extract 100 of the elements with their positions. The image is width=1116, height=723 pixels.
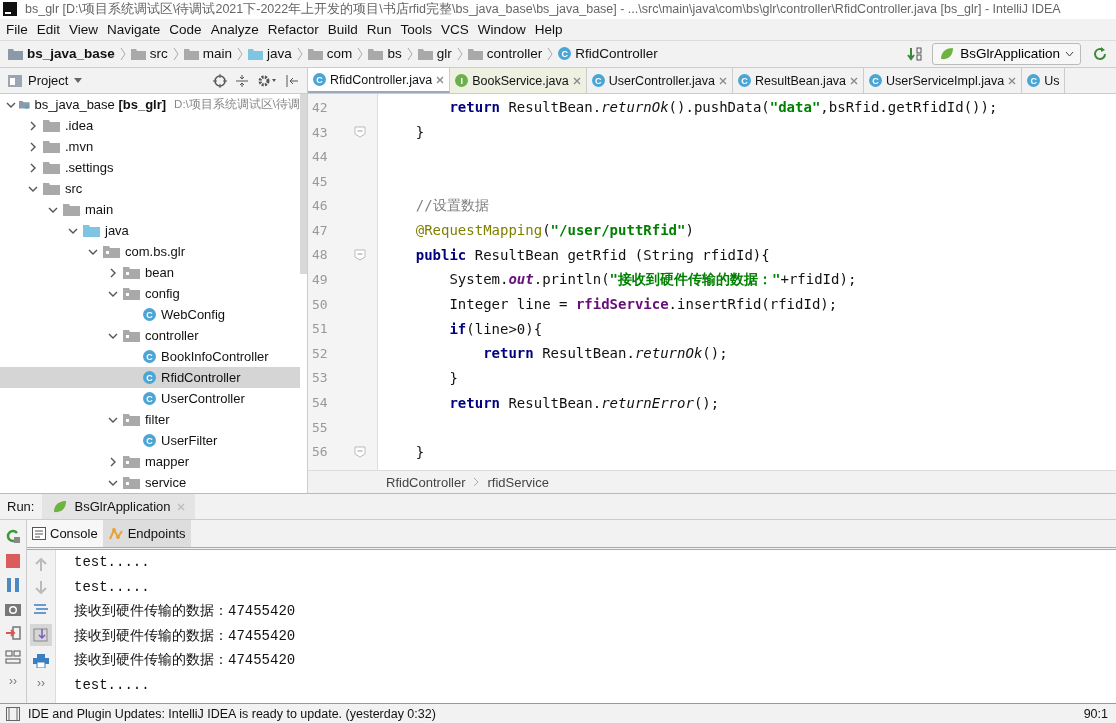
chevron-icon[interactable] — [28, 120, 38, 131]
tree-item[interactable]: C UserController — [0, 388, 300, 410]
console-line: 接收到硬件传输的数据：47455420 — [74, 602, 296, 622]
window-title: bs_glr [D:\项目系统调试区\待调试2021下-2022年上开发的项目\书店rfid完整\bs_java_base\bs_java_base] - ...\src\main\java\com\bs\glr\controller\RfidController.java [bs_glr] - IntelliJ IDEA — [25, 0, 1061, 18]
tree-item[interactable]: C BookInfoController — [0, 346, 300, 368]
fold-marker-icon[interactable] — [354, 445, 366, 458]
tree-item[interactable]: service — [0, 472, 300, 494]
menu-item[interactable]: Code — [169, 20, 202, 38]
cursor-position[interactable]: 90:1 — [1083, 706, 1108, 721]
tree-item[interactable]: C UserFilter — [0, 430, 300, 452]
layout-icon[interactable] — [5, 650, 21, 665]
tree-label: BookInfoController — [161, 349, 269, 365]
tree-item[interactable]: filter — [0, 409, 300, 431]
run-config-dropdown[interactable]: BsGlrApplication — [932, 42, 1081, 65]
folder-icon — [8, 47, 23, 60]
tree-item[interactable]: bean — [0, 262, 300, 284]
close-icon[interactable] — [572, 76, 581, 85]
tree-item[interactable]: bs_java_base [bs_glr] D:\项目系统调试区\待调 — [0, 94, 300, 116]
line-number: 42 — [311, 99, 329, 115]
tree-item[interactable]: src — [0, 178, 300, 200]
editor-tab[interactable]: I BookService.java — [450, 68, 587, 94]
chevron-icon — [237, 46, 244, 61]
print-icon[interactable] — [33, 654, 49, 669]
collapse-icon[interactable] — [235, 73, 249, 88]
editor-tab[interactable]: C Us — [1022, 68, 1066, 94]
pause-icon[interactable] — [6, 578, 20, 593]
breadcrumb-item[interactable]: com — [307, 46, 353, 62]
menu-item[interactable]: File — [6, 20, 28, 38]
breadcrumb-item[interactable]: controller — [467, 46, 543, 62]
editor-tab[interactable]: C UserController.java — [586, 68, 733, 94]
menu-item[interactable]: Build — [327, 20, 358, 38]
tree-item[interactable]: .mvn — [0, 136, 300, 158]
project-view-dropdown[interactable]: Project — [8, 73, 83, 89]
run-tab[interactable]: Console — [27, 520, 103, 548]
locate-icon[interactable] — [213, 73, 227, 88]
more-toggle[interactable]: ›› — [37, 676, 45, 691]
breadcrumb-item[interactable]: src — [130, 46, 168, 62]
close-icon[interactable] — [436, 75, 445, 84]
menu-item[interactable]: VCS — [441, 20, 469, 38]
breadcrumb-item[interactable]: java — [248, 46, 292, 62]
tree-item[interactable]: .settings — [0, 157, 300, 179]
breadcrumb-item[interactable]: main — [183, 46, 233, 62]
chevron-icon — [473, 477, 480, 488]
tree-item[interactable]: mapper — [0, 451, 300, 473]
menu-item[interactable]: Navigate — [107, 20, 161, 38]
chevron-icon[interactable] — [108, 456, 118, 467]
more-toggle[interactable]: ›› — [9, 674, 17, 689]
stop-icon[interactable] — [6, 554, 20, 569]
tree-item[interactable]: java — [0, 220, 300, 242]
menu-item[interactable]: Window — [477, 20, 526, 38]
menu-item[interactable]: Help — [534, 20, 563, 38]
menu-item[interactable]: Tools — [400, 20, 432, 38]
run-config-tab[interactable]: BsGlrApplication — [42, 494, 195, 520]
scrollbar-thumb[interactable] — [300, 94, 307, 275]
close-icon[interactable] — [1008, 76, 1017, 85]
tree-item[interactable]: C RfidController — [0, 367, 300, 389]
breadcrumb-item[interactable]: glr — [417, 46, 452, 62]
settings-icon[interactable] — [257, 73, 277, 88]
chevron-icon[interactable] — [28, 162, 38, 173]
tree-item[interactable]: C WebConfig — [0, 304, 300, 326]
folder-icon — [467, 47, 483, 60]
sort-icon[interactable] — [907, 45, 924, 62]
chevron-icon[interactable] — [28, 141, 38, 152]
tree-label: mapper — [145, 454, 190, 470]
wrap-icon[interactable] — [33, 602, 49, 617]
breadcrumb-item[interactable]: rfidService — [487, 474, 549, 490]
breadcrumb-item[interactable]: C RfidController — [558, 46, 658, 62]
tree-item[interactable]: .idea — [0, 115, 300, 137]
refresh-icon[interactable] — [1092, 45, 1108, 62]
editor-tab[interactable]: C ResultBean.java — [733, 68, 865, 94]
rerun-icon[interactable] — [5, 528, 21, 545]
menu-item[interactable]: Edit — [36, 20, 61, 38]
chevron-icon[interactable] — [108, 267, 118, 278]
tree-item[interactable]: com.bs.glr — [0, 241, 300, 263]
scroll-to-end-icon[interactable] — [30, 624, 52, 647]
code-line: @RequestMapping("/user/puttRfid") — [414, 222, 694, 239]
menu-item[interactable]: Refactor — [267, 20, 319, 38]
editor-tab[interactable]: C UserServiceImpl.java — [864, 68, 1023, 94]
close-icon[interactable] — [850, 76, 859, 85]
menu-item[interactable]: Run — [366, 20, 392, 38]
chevron-icon — [296, 46, 303, 61]
camera-icon[interactable] — [5, 602, 21, 617]
close-icon[interactable] — [719, 76, 727, 85]
editor-tab[interactable]: C RfidController.java — [308, 68, 451, 94]
menu-item[interactable]: Analyze — [210, 20, 259, 38]
tree-item[interactable]: controller — [0, 325, 300, 347]
hide-panel-icon[interactable] — [285, 73, 299, 88]
breadcrumb-item[interactable]: RfidController — [386, 474, 466, 490]
run-tab[interactable]: Endpoints — [102, 520, 191, 548]
menu-item[interactable]: View — [69, 20, 99, 38]
layout-icon[interactable] — [6, 706, 20, 721]
tree-item[interactable]: config — [0, 283, 300, 305]
fold-marker-icon[interactable] — [354, 126, 366, 138]
breadcrumb-item[interactable]: bs — [368, 46, 402, 62]
exit-icon[interactable] — [5, 626, 21, 641]
tree-item[interactable]: main — [0, 199, 300, 221]
breadcrumb-item[interactable]: bs_java_base — [8, 46, 115, 62]
fold-marker-icon[interactable] — [354, 248, 366, 261]
code-line: return ResultBean.returnError(); — [448, 394, 720, 411]
chevron-icon — [547, 46, 554, 61]
